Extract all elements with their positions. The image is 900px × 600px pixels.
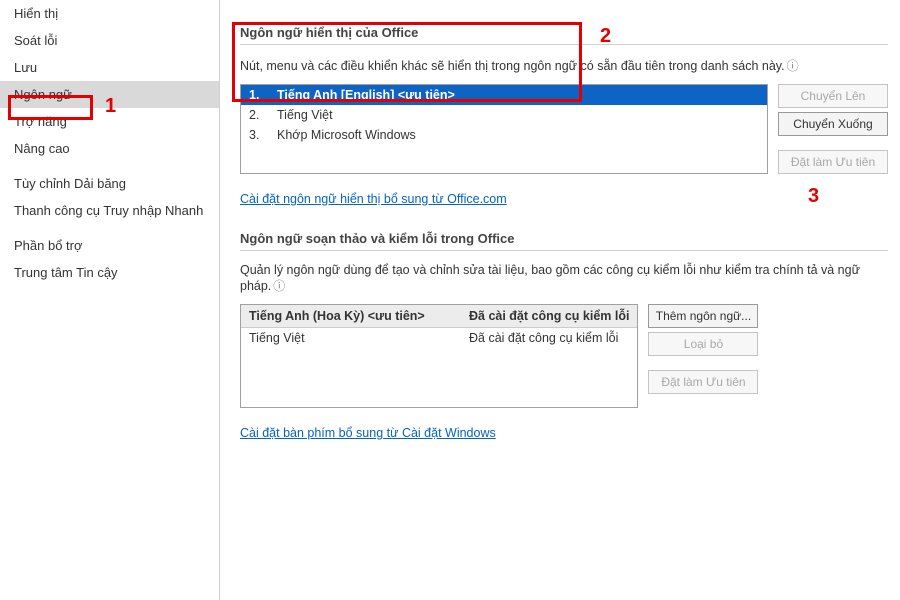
editing-language-table[interactable]: Tiếng Anh (Hoa Kỳ) <ưu tiên> Đã cài đặt …	[240, 304, 638, 408]
sidebar-item-trust-center[interactable]: Trung tâm Tin cậy	[0, 259, 219, 286]
main-panel: Ngôn ngữ hiển thị của Office Nút, menu v…	[220, 0, 900, 600]
sidebar-item-addins[interactable]: Phần bổ trợ	[0, 232, 219, 259]
set-preferred-button[interactable]: Đặt làm Ưu tiên	[778, 150, 888, 174]
editing-header-status: Đã cài đặt công cụ kiểm lỗi	[461, 305, 637, 327]
list-label: Tiếng Việt	[277, 108, 333, 122]
display-language-desc: Nút, menu và các điều khiển khác sẽ hiển…	[240, 57, 888, 74]
sidebar-item-accessibility[interactable]: Trợ năng	[0, 108, 219, 135]
list-item[interactable]: 1. Tiếng Anh [English] <ưu tiên>	[241, 85, 767, 105]
table-row[interactable]: Tiếng Việt Đã cài đặt công cụ kiểm lỗi	[241, 328, 637, 348]
sidebar-item-proofing[interactable]: Soát lỗi	[0, 27, 219, 54]
editing-header-lang: Tiếng Anh (Hoa Kỳ) <ưu tiên>	[241, 305, 461, 327]
list-index: 3.	[249, 128, 263, 142]
table-cell-lang: Tiếng Việt	[241, 328, 461, 348]
info-icon[interactable]: ⓘ	[787, 57, 799, 74]
options-sidebar: Hiển thị Soát lỗi Lưu Ngôn ngữ Trợ năng …	[0, 0, 220, 600]
move-up-button[interactable]: Chuyển Lên	[778, 84, 888, 108]
list-item[interactable]: 3. Khớp Microsoft Windows	[241, 125, 767, 145]
sidebar-item-advanced[interactable]: Nâng cao	[0, 135, 219, 162]
list-label: Khớp Microsoft Windows	[277, 128, 416, 142]
display-language-section: Ngôn ngữ hiển thị của Office Nút, menu v…	[240, 25, 888, 206]
sidebar-item-customize-ribbon[interactable]: Tùy chỉnh Dải băng	[0, 170, 219, 197]
set-preferred-editing-button[interactable]: Đặt làm Ưu tiên	[648, 370, 758, 394]
remove-language-button[interactable]: Loại bỏ	[648, 332, 758, 356]
display-language-listbox[interactable]: 1. Tiếng Anh [English] <ưu tiên> 2. Tiến…	[240, 84, 768, 174]
install-keyboards-link[interactable]: Cài đặt bàn phím bổ sung từ Cài đặt Wind…	[240, 426, 496, 440]
editing-language-section: Ngôn ngữ soạn thảo và kiểm lỗi trong Off…	[240, 231, 888, 440]
info-icon[interactable]: ⓘ	[273, 277, 285, 294]
list-item[interactable]: 2. Tiếng Việt	[241, 105, 767, 125]
list-index: 2.	[249, 108, 263, 122]
sidebar-item-display[interactable]: Hiển thị	[0, 0, 219, 27]
sidebar-item-save[interactable]: Lưu	[0, 54, 219, 81]
display-language-title: Ngôn ngữ hiển thị của Office	[240, 25, 888, 45]
move-down-button[interactable]: Chuyển Xuống	[778, 112, 888, 136]
editing-language-title: Ngôn ngữ soạn thảo và kiểm lỗi trong Off…	[240, 231, 888, 251]
sidebar-item-language[interactable]: Ngôn ngữ	[0, 81, 219, 108]
editing-language-desc: Quản lý ngôn ngữ dùng để tạo và chỉnh sử…	[240, 263, 888, 294]
add-language-button[interactable]: Thêm ngôn ngữ...	[648, 304, 758, 328]
list-label: Tiếng Anh [English] <ưu tiên>	[277, 88, 455, 102]
install-display-languages-link[interactable]: Cài đặt ngôn ngữ hiển thị bổ sung từ Off…	[240, 192, 507, 206]
list-index: 1.	[249, 88, 263, 102]
table-cell-status: Đã cài đặt công cụ kiểm lỗi	[461, 328, 637, 348]
sidebar-item-qat[interactable]: Thanh công cụ Truy nhập Nhanh	[0, 197, 219, 224]
table-header: Tiếng Anh (Hoa Kỳ) <ưu tiên> Đã cài đặt …	[241, 305, 637, 328]
